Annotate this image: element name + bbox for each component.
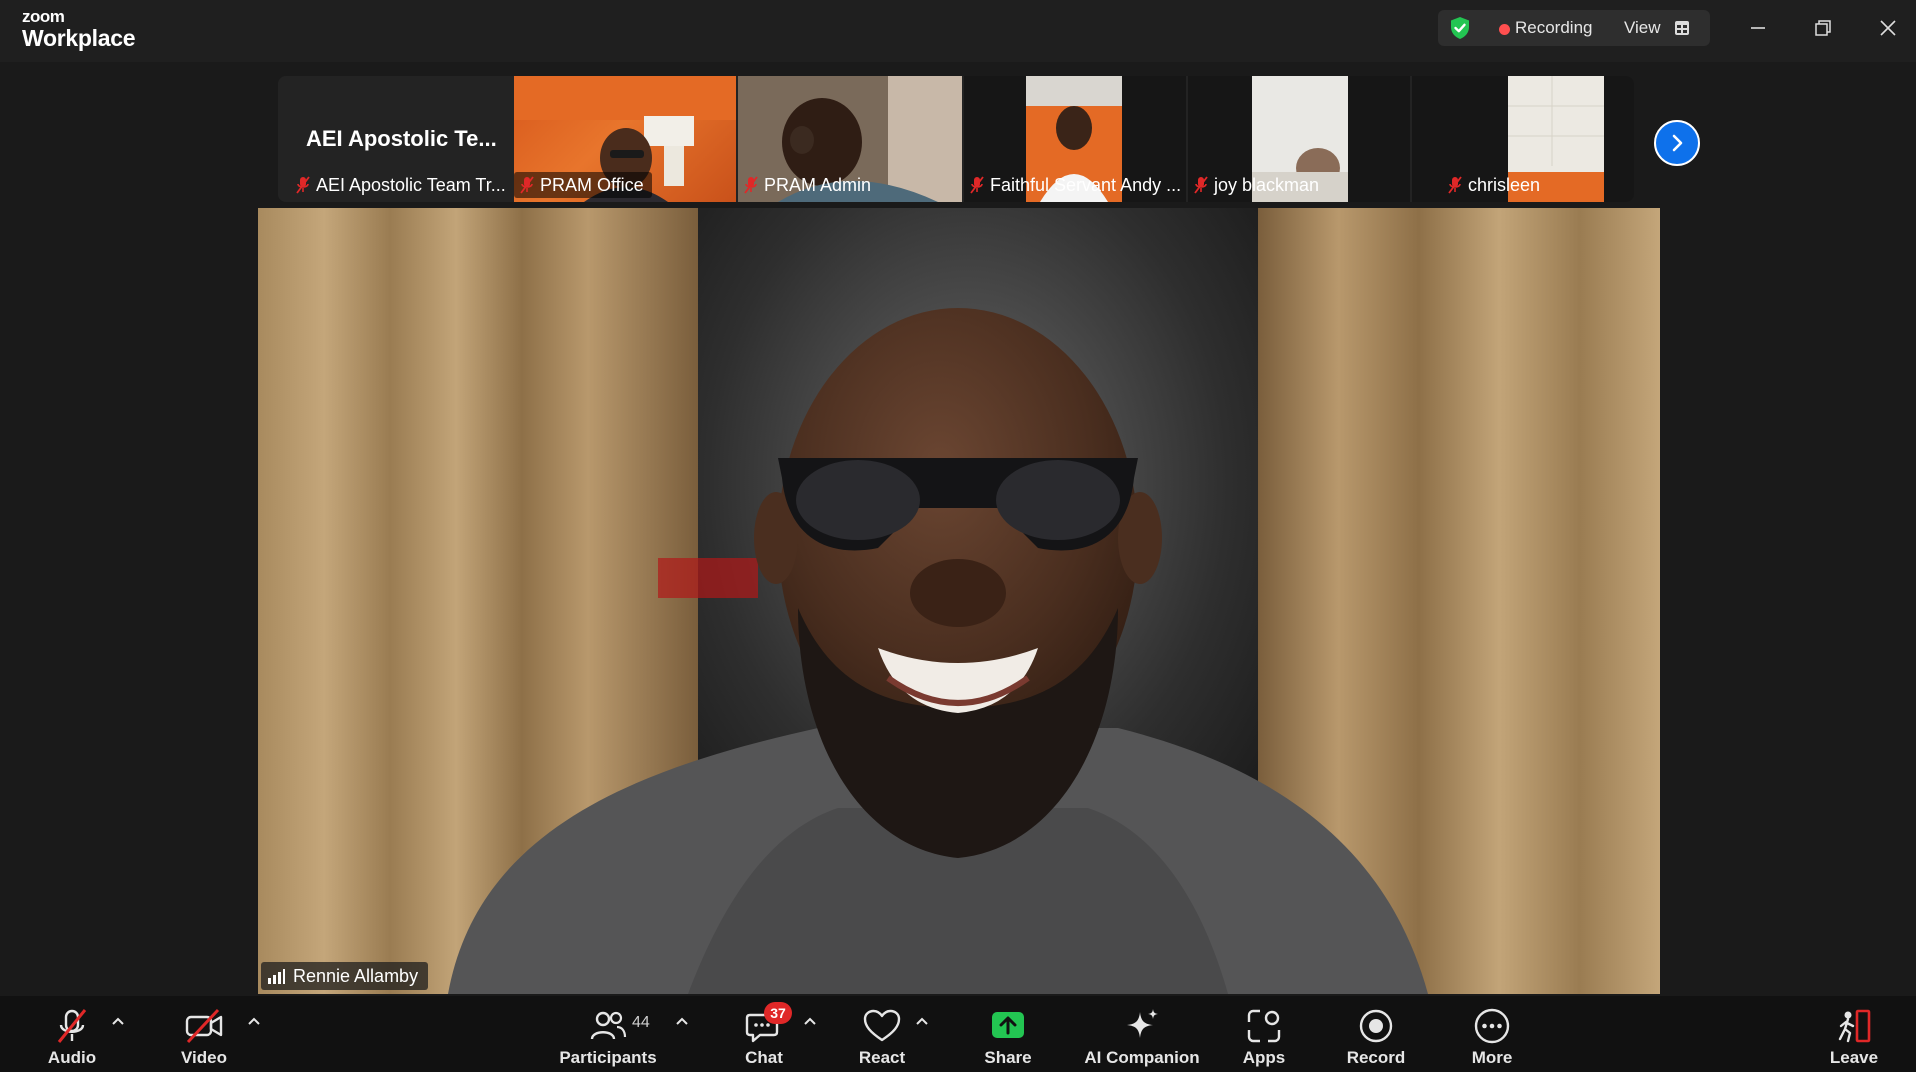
- chevron-right-icon: [1672, 134, 1683, 152]
- audio-button[interactable]: Audio: [46, 996, 98, 1072]
- participant-name: chrisleen: [1468, 174, 1541, 195]
- share-button[interactable]: Share: [984, 996, 1032, 1072]
- restore-button[interactable]: [1805, 12, 1841, 44]
- app-logo: zoom Workplace: [22, 7, 136, 51]
- participant-tile[interactable]: PRAM Office: [514, 76, 736, 202]
- participants-count: 44: [632, 1014, 650, 1031]
- leave-icon: [1834, 1006, 1874, 1046]
- participants-label: Participants: [559, 1048, 657, 1067]
- view-button[interactable]: View: [1624, 18, 1661, 38]
- mic-muted-icon: [52, 1006, 92, 1046]
- shield-icon[interactable]: [1448, 16, 1472, 40]
- share-screen-icon: [988, 1006, 1028, 1046]
- chat-options-caret-icon[interactable]: [802, 1014, 818, 1028]
- video-off-icon: [184, 1006, 224, 1046]
- chat-icon: 37: [744, 1002, 792, 1046]
- participant-name-label: chrisleen: [1442, 172, 1548, 198]
- leave-button[interactable]: Leave: [1828, 996, 1880, 1072]
- participant-tile[interactable]: PRAM Admin: [738, 76, 962, 202]
- participant-name: Faithful Servant Andy ...: [990, 174, 1182, 195]
- react-button[interactable]: React: [858, 996, 906, 1072]
- chat-label: Chat: [745, 1048, 783, 1067]
- signal-strength-icon: [268, 969, 285, 984]
- apps-button[interactable]: Apps: [1240, 996, 1288, 1072]
- grid-view-icon[interactable]: [1674, 20, 1690, 36]
- mic-muted-icon: [520, 176, 534, 194]
- react-options-caret-icon[interactable]: [914, 1014, 930, 1028]
- participants-options-caret-icon[interactable]: [674, 1014, 690, 1028]
- apps-icon: [1244, 1006, 1284, 1046]
- record-icon: [1356, 1006, 1396, 1046]
- participant-name-label: PRAM Office: [514, 172, 652, 198]
- speaker-name: Rennie Allamby: [293, 965, 419, 986]
- meeting-status-pill: Recording View: [1438, 10, 1710, 46]
- close-icon: [1880, 20, 1896, 36]
- active-speaker-video[interactable]: Rennie Allamby: [258, 208, 1660, 994]
- mic-muted-icon: [744, 176, 758, 194]
- participant-name-label: PRAM Admin: [738, 172, 879, 198]
- participant-name-label: Faithful Servant Andy ...: [964, 172, 1186, 198]
- chat-unread-badge: 37: [764, 1002, 792, 1024]
- sparkle-icon: [1122, 1006, 1162, 1046]
- mic-muted-icon: [970, 176, 984, 194]
- participant-tile[interactable]: joy blackman: [1188, 76, 1410, 202]
- more-dots-icon: [1472, 1006, 1512, 1046]
- participant-name: joy blackman: [1214, 174, 1320, 195]
- participant-name: PRAM Admin: [764, 174, 872, 195]
- mic-muted-icon: [1194, 176, 1208, 194]
- apps-label: Apps: [1242, 1048, 1286, 1067]
- participant-display-name: AEI Apostolic Te...: [306, 126, 497, 151]
- audio-options-caret-icon[interactable]: [110, 1014, 126, 1028]
- leave-label: Leave: [1829, 1048, 1879, 1067]
- record-button[interactable]: Record: [1346, 996, 1406, 1072]
- video-button[interactable]: Video: [178, 996, 230, 1072]
- more-button[interactable]: More: [1468, 996, 1516, 1072]
- participant-strip: AEI Apostolic Te... AEI Apostolic Team T…: [278, 76, 1634, 202]
- mic-muted-icon: [1448, 176, 1462, 194]
- recording-dot-icon: [1499, 24, 1510, 35]
- mic-muted-icon: [296, 176, 310, 194]
- brand-small: zoom: [22, 7, 65, 26]
- chat-button[interactable]: 37 Chat: [740, 996, 792, 1072]
- participant-name-label: AEI Apostolic Team Tr...: [290, 172, 510, 198]
- participant-name-label: joy blackman: [1188, 172, 1327, 198]
- more-label: More: [1471, 1048, 1513, 1067]
- meeting-toolbar: Audio Video Participants 44 37 Chat Reac…: [0, 996, 1916, 1072]
- participant-tile[interactable]: chrisleen: [1412, 76, 1634, 202]
- ai-companion-button[interactable]: AI Companion: [1084, 996, 1200, 1072]
- video-label: Video: [181, 1048, 227, 1067]
- audio-label: Audio: [47, 1048, 97, 1067]
- restore-icon: [1815, 20, 1831, 36]
- minimize-icon: [1751, 27, 1765, 29]
- participants-icon: [588, 1006, 628, 1046]
- minimize-button[interactable]: [1740, 12, 1776, 44]
- brand-large: Workplace: [22, 25, 136, 51]
- speaker-name-label: Rennie Allamby: [261, 962, 429, 990]
- participant-name: PRAM Office: [540, 174, 644, 195]
- participant-tile[interactable]: AEI Apostolic Te... AEI Apostolic Team T…: [278, 76, 510, 202]
- video-options-caret-icon[interactable]: [246, 1014, 262, 1028]
- speaker-video-frame: [258, 208, 1660, 994]
- participant-name: AEI Apostolic Team Tr...: [316, 174, 506, 195]
- heart-icon: [862, 1006, 902, 1046]
- recording-label[interactable]: Recording: [1515, 18, 1593, 38]
- participant-tile[interactable]: Faithful Servant Andy ...: [964, 76, 1186, 202]
- next-page-button[interactable]: [1654, 120, 1700, 166]
- close-button[interactable]: [1870, 12, 1906, 44]
- ai-companion-label: AI Companion: [1084, 1048, 1200, 1067]
- react-label: React: [858, 1048, 906, 1067]
- title-bar: zoom Workplace Recording View: [0, 0, 1916, 62]
- share-label: Share: [984, 1048, 1032, 1067]
- meeting-stage: AEI Apostolic Te... AEI Apostolic Team T…: [0, 62, 1916, 996]
- participants-button[interactable]: Participants: [559, 996, 657, 1072]
- record-label: Record: [1346, 1048, 1406, 1067]
